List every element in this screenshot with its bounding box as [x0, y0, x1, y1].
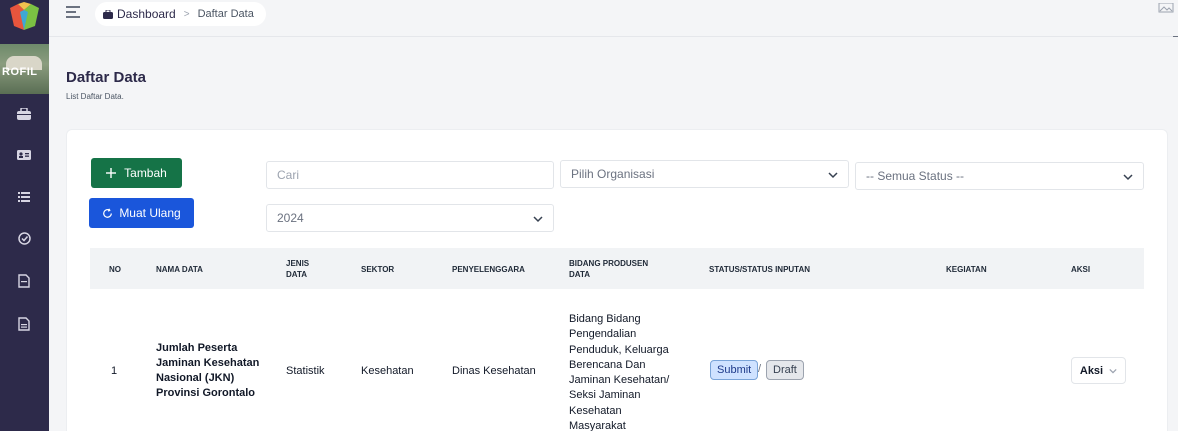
file-alt-icon[interactable]	[14, 314, 34, 334]
breadcrumb: Dashboard > Daftar Data	[95, 2, 266, 26]
breadcrumb-home[interactable]: Dashboard	[103, 7, 176, 21]
status-badge-draft: Draft	[766, 360, 804, 380]
row-sektor: Kesehatan	[361, 365, 414, 377]
page-subtitle: List Daftar Data.	[66, 92, 124, 101]
plus-icon	[106, 168, 117, 178]
topbar-dash	[1173, 36, 1178, 37]
aksi-dropdown-button[interactable]: Aksi	[1071, 357, 1126, 384]
row-nama-data: Jumlah Peserta Jaminan Kesehatan Nasiona…	[156, 342, 260, 399]
add-button-label: Tambah	[124, 166, 167, 180]
column-header-nama-data: NAMA DATA	[156, 265, 203, 274]
chevron-down-icon	[1109, 368, 1117, 373]
column-header-jenis-data: JENIS DATA	[286, 259, 310, 279]
add-button[interactable]: Tambah	[91, 158, 182, 188]
year-select-value: 2024	[277, 211, 304, 225]
sidebar: ROFIL	[0, 0, 49, 431]
row-no: 1	[111, 365, 118, 377]
file-icon[interactable]	[14, 271, 34, 291]
column-header-status: STATUS/STATUS INPUTAN	[709, 265, 811, 274]
search-input[interactable]: Cari	[266, 161, 554, 189]
chevron-down-icon	[828, 172, 838, 179]
profile-banner[interactable]: ROFIL	[0, 44, 49, 94]
row-jenis-data: Statistik	[286, 365, 325, 377]
aksi-button-label: Aksi	[1079, 364, 1104, 377]
app-logo[interactable]	[8, 2, 41, 32]
reload-button[interactable]: Muat Ulang	[89, 198, 194, 228]
column-header-sektor: SEKTOR	[361, 265, 395, 274]
top-divider	[49, 36, 1178, 37]
breadcrumb-separator: >	[183, 8, 190, 20]
chevron-down-icon	[1123, 174, 1133, 181]
refresh-icon	[103, 207, 113, 218]
organization-select[interactable]: Pilih Organisasi	[560, 160, 849, 188]
column-header-penyelenggara: PENYELENGGARA	[452, 265, 525, 274]
organization-select-value: Pilih Organisasi	[571, 167, 655, 181]
column-header-kegiatan: KEGIATAN	[946, 265, 987, 274]
banner-text: ROFIL	[2, 66, 38, 78]
briefcase-icon[interactable]	[14, 104, 34, 124]
chevron-down-icon	[533, 216, 543, 223]
column-header-bidang-produsen-data: BIDANG PRODUSEN DATA	[569, 259, 649, 279]
check-circle-icon[interactable]	[14, 228, 34, 248]
status-select[interactable]: -- Semua Status --	[855, 162, 1144, 190]
column-header-aksi: AKSI	[1071, 265, 1091, 274]
menu-toggle-icon[interactable]	[66, 6, 80, 18]
id-card-icon[interactable]	[14, 145, 34, 165]
column-header-no: NO	[109, 265, 121, 274]
status-separator: /	[758, 363, 762, 375]
row-bidang-produsen-data: Bidang Bidang Pengendalian Penduduk, Kel…	[569, 313, 670, 431]
user-avatar-icon[interactable]	[1158, 0, 1174, 13]
briefcase-icon	[103, 9, 113, 19]
list-icon[interactable]	[14, 187, 34, 207]
status-select-value: -- Semua Status --	[866, 169, 965, 183]
status-badge-submit: Submit	[710, 360, 759, 380]
reload-button-label: Muat Ulang	[119, 206, 181, 220]
search-placeholder: Cari	[277, 168, 300, 182]
row-penyelenggara: Dinas Kesehatan	[452, 365, 536, 377]
breadcrumb-current: Daftar Data	[197, 8, 254, 20]
breadcrumb-home-label: Dashboard	[117, 7, 176, 21]
year-select[interactable]: 2024	[266, 204, 554, 232]
page-title: Daftar Data	[66, 69, 147, 86]
